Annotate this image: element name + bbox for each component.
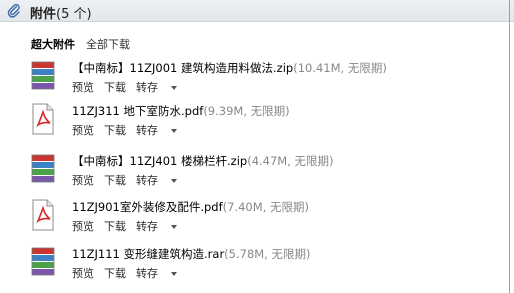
attachment-name[interactable]: 11ZJ111 变形缝建筑构造.rar(5.78M, 无限期) (72, 246, 310, 262)
attachment-actions: 预览 下载 转存 (72, 218, 187, 234)
attachment-item: 【中南标】11ZJ401 楼梯栏杆.zip(4.47M, 无限期) 预览 下载 转存 (30, 151, 500, 191)
rar-archive-icon (31, 247, 55, 276)
caret-down-icon (171, 272, 177, 276)
caret-down-icon (171, 86, 177, 90)
attachment-count: (5 个) (56, 7, 92, 22)
save-dropdown[interactable]: 转存 (136, 174, 177, 187)
save-dropdown[interactable]: 转存 (136, 81, 177, 94)
preview-link[interactable]: 预览 (72, 267, 94, 280)
save-label[interactable]: 转存 (136, 174, 158, 187)
download-link[interactable]: 下载 (104, 81, 126, 94)
file-meta: (10.41M, 无限期) (293, 61, 387, 75)
title-text: 附件 (30, 7, 57, 22)
download-link[interactable]: 下载 (104, 267, 126, 280)
paperclip-icon (7, 3, 20, 18)
attachments-title: 附件(5 个) (30, 3, 92, 22)
caret-down-icon (171, 225, 177, 229)
attachment-name[interactable]: 【中南标】11ZJ001 建筑构造用料做法.zip(10.41M, 无限期) (72, 60, 387, 76)
file-name[interactable]: 11ZJ901室外装修及配件.pdf (72, 200, 223, 214)
save-dropdown[interactable]: 转存 (136, 124, 177, 137)
file-name[interactable]: 11ZJ111 变形缝建筑构造.rar (72, 247, 224, 261)
attachment-actions: 预览 下载 转存 (72, 122, 187, 138)
pdf-icon (32, 103, 54, 135)
save-dropdown[interactable]: 转存 (136, 267, 177, 280)
file-meta: (4.47M, 无限期) (247, 154, 334, 168)
attachment-item: 11ZJ111 变形缝建筑构造.rar(5.78M, 无限期) 预览 下载 转存 (30, 244, 500, 284)
file-name[interactable]: 11ZJ311 地下室防水.pdf (72, 104, 203, 118)
save-label[interactable]: 转存 (136, 81, 158, 94)
file-name[interactable]: 【中南标】11ZJ401 楼梯栏杆.zip (72, 154, 247, 168)
download-link[interactable]: 下载 (104, 174, 126, 187)
attachment-actions: 预览 下载 转存 (72, 265, 187, 281)
attachment-item: 11ZJ311 地下室防水.pdf(9.39M, 无限期) 预览 下载 转存 (30, 101, 500, 141)
save-dropdown[interactable]: 转存 (136, 220, 177, 233)
panel-right-border (509, 0, 510, 293)
attachments-panel: 附件(5 个) 超大附件 全部下载 【中南标】11ZJ001 建筑构造用料做法.z… (0, 0, 514, 293)
save-label[interactable]: 转存 (136, 267, 158, 280)
file-meta: (7.40M, 无限期) (222, 200, 309, 214)
attachment-actions: 预览 下载 转存 (72, 79, 187, 95)
preview-link[interactable]: 预览 (72, 124, 94, 137)
attachment-name[interactable]: 【中南标】11ZJ401 楼梯栏杆.zip(4.47M, 无限期) (72, 153, 334, 169)
attachment-name[interactable]: 11ZJ901室外装修及配件.pdf(7.40M, 无限期) (72, 199, 309, 215)
file-meta: (9.39M, 无限期) (203, 104, 290, 118)
pdf-icon (32, 199, 54, 231)
attachment-item: 11ZJ901室外装修及配件.pdf(7.40M, 无限期) 预览 下载 转存 (30, 197, 500, 237)
attachment-item: 【中南标】11ZJ001 建筑构造用料做法.zip(10.41M, 无限期) 预… (30, 58, 500, 98)
file-meta: (5.78M, 无限期) (224, 247, 311, 261)
download-link[interactable]: 下载 (104, 124, 126, 137)
attachments-header: 附件(5 个) (0, 0, 514, 22)
save-label[interactable]: 转存 (136, 220, 158, 233)
caret-down-icon (171, 129, 177, 133)
attachment-name[interactable]: 11ZJ311 地下室防水.pdf(9.39M, 无限期) (72, 103, 290, 119)
super-attachments-label: 超大附件 (31, 38, 75, 51)
download-all-link[interactable]: 全部下载 (86, 38, 130, 51)
preview-link[interactable]: 预览 (72, 81, 94, 94)
attachment-actions: 预览 下载 转存 (72, 172, 187, 188)
zip-archive-icon (31, 154, 55, 183)
zip-archive-icon (31, 61, 55, 90)
file-name[interactable]: 【中南标】11ZJ001 建筑构造用料做法.zip (72, 61, 293, 75)
super-attachments-bar: 超大附件 全部下载 (31, 36, 130, 52)
download-link[interactable]: 下载 (104, 220, 126, 233)
save-label[interactable]: 转存 (136, 124, 158, 137)
caret-down-icon (171, 179, 177, 183)
preview-link[interactable]: 预览 (72, 220, 94, 233)
preview-link[interactable]: 预览 (72, 174, 94, 187)
